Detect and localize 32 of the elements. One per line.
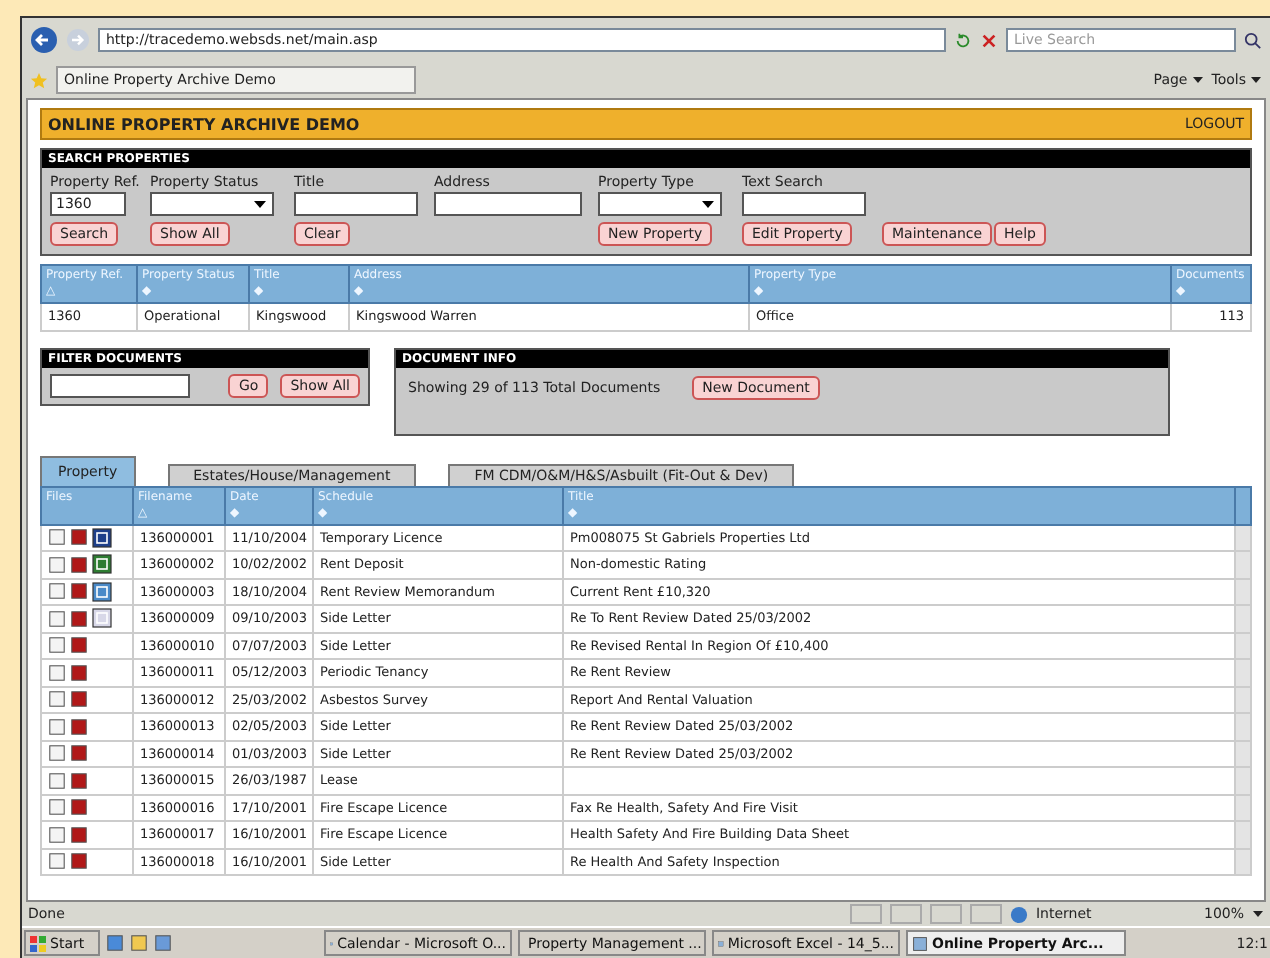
- input-field[interactable]: [294, 192, 418, 216]
- mail-item-icon[interactable]: [92, 581, 112, 602]
- close-icon[interactable]: [980, 31, 998, 49]
- caret-icon: [700, 196, 716, 212]
- caret-icon[interactable]: [1191, 74, 1204, 86]
- folder-icon: [130, 934, 148, 952]
- refresh-icon[interactable]: [954, 31, 972, 49]
- star-icon[interactable]: [30, 71, 48, 89]
- back-button[interactable]: [30, 26, 58, 54]
- word-document-icon[interactable]: [92, 527, 112, 548]
- status-pane: [969, 904, 1002, 924]
- globe-icon: [1009, 905, 1028, 923]
- dropdown[interactable]: [598, 192, 722, 216]
- caret-icon[interactable]: [1250, 74, 1262, 86]
- status-pane: [849, 904, 882, 924]
- input-field[interactable]: [742, 192, 866, 216]
- windows-logo-icon: [30, 935, 46, 951]
- status-pane: [929, 904, 962, 924]
- image-file-icon[interactable]: [92, 608, 112, 629]
- caret-icon: [252, 196, 268, 212]
- input-field[interactable]: [50, 373, 191, 397]
- input-field[interactable]: [434, 192, 582, 216]
- app-icon: [912, 935, 928, 951]
- dropdown[interactable]: [150, 192, 274, 216]
- app-title: ONLINE PROPERTY ARCHIVE DEMO: [48, 115, 360, 133]
- search-icon[interactable]: [1244, 31, 1262, 49]
- app-icon: [718, 935, 724, 951]
- status-pane: [889, 904, 922, 924]
- desktop-icon: [154, 934, 172, 952]
- caret-icon[interactable]: [1252, 908, 1264, 920]
- browser-icon: [106, 934, 124, 952]
- spreadsheet-icon[interactable]: [92, 554, 112, 575]
